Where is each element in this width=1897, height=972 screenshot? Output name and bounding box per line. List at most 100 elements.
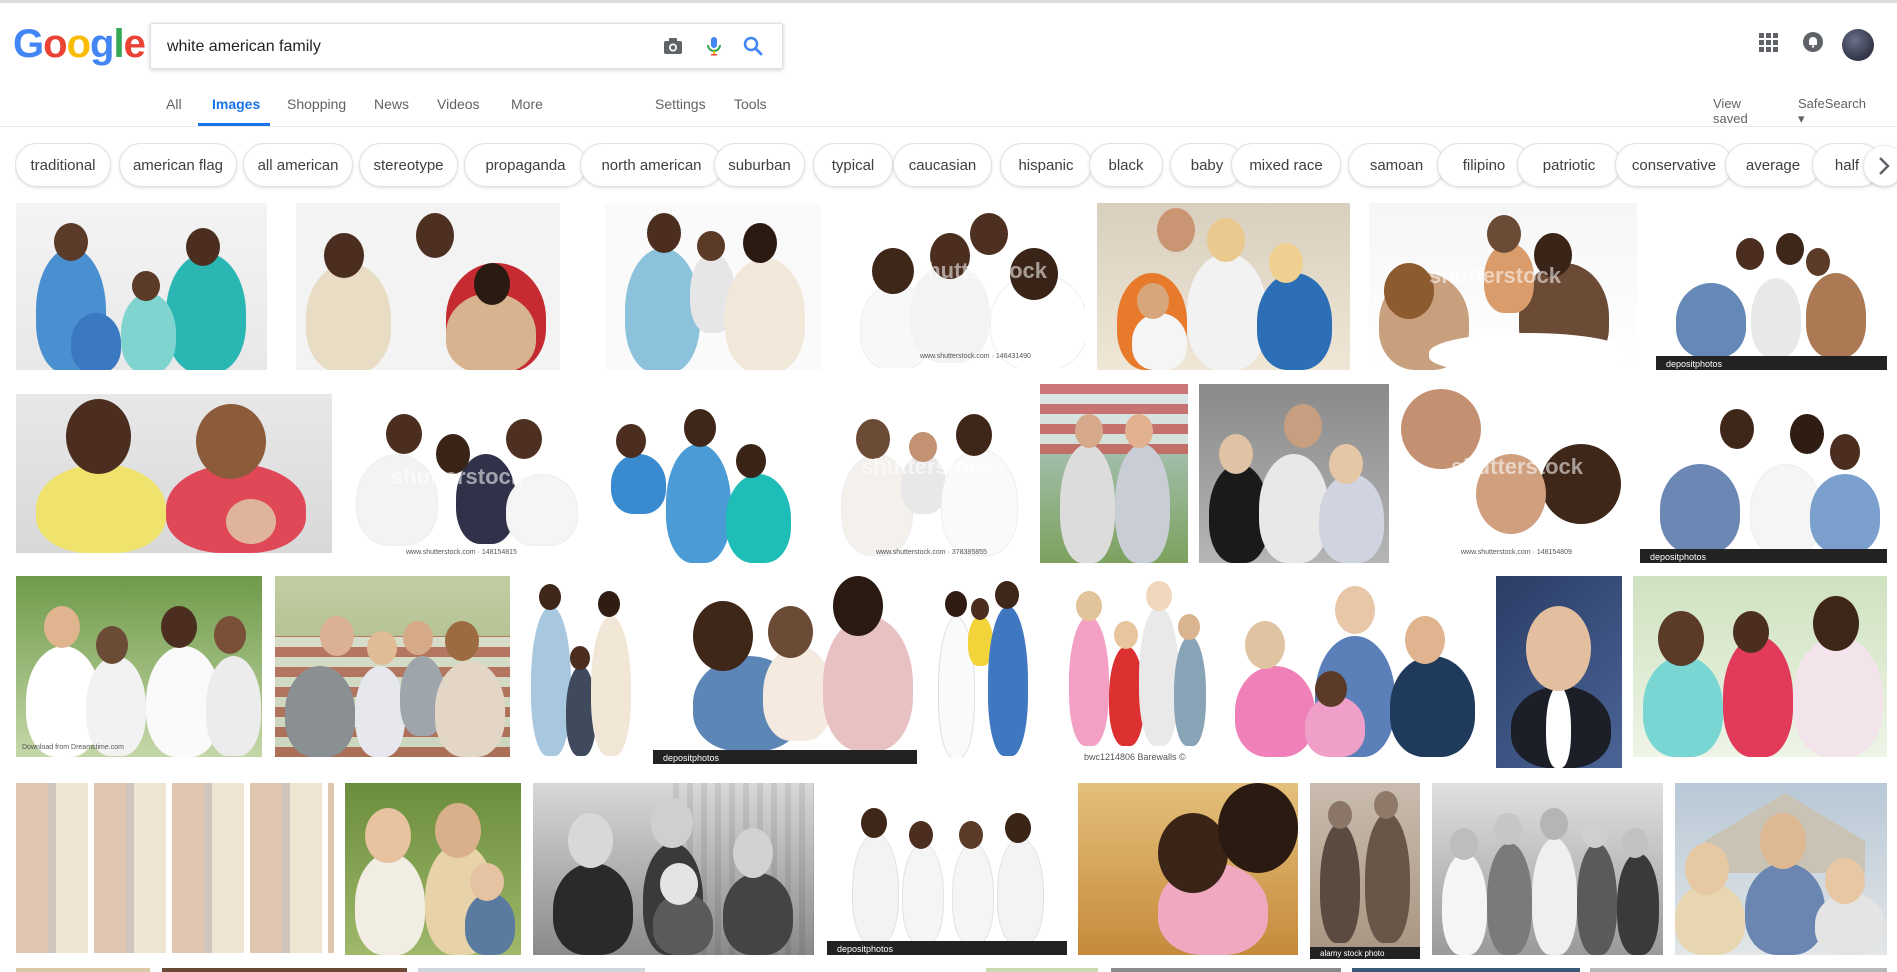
chip[interactable]: hispanic xyxy=(1000,143,1092,187)
image-result[interactable]: shutterstock www.shutterstock.com · 1464… xyxy=(860,203,1085,368)
depositphotos-label: depositphotos xyxy=(1666,359,1723,369)
image-result[interactable] xyxy=(16,968,150,972)
chip[interactable]: black xyxy=(1089,143,1163,187)
image-caption: www.shutterstock.com · 148154815 xyxy=(406,549,517,556)
chip[interactable]: north american xyxy=(580,143,723,187)
safesearch-dropdown[interactable]: SafeSearch ▾ xyxy=(1798,96,1866,127)
image-result[interactable]: shutterstock www.shutterstock.com · 1481… xyxy=(346,394,582,563)
watermark: shutterstock xyxy=(1451,454,1584,479)
depositphotos-label: depositphotos xyxy=(1650,552,1707,562)
image-result[interactable] xyxy=(605,203,821,370)
image-result[interactable]: depositphotos xyxy=(1640,394,1887,563)
image-result[interactable] xyxy=(526,576,636,757)
microphone-icon[interactable] xyxy=(702,34,726,58)
image-caption: Download from Dreamstime.com xyxy=(22,744,124,751)
credit-bar: depositphotos xyxy=(1640,549,1887,563)
tab-videos[interactable]: Videos xyxy=(437,96,480,112)
camera-icon[interactable] xyxy=(661,34,685,58)
tab-images[interactable]: Images xyxy=(212,96,260,112)
credit-bar: depositphotos xyxy=(1656,356,1887,370)
image-result[interactable] xyxy=(1633,576,1887,757)
chip[interactable]: conservative xyxy=(1615,143,1733,187)
image-result[interactable] xyxy=(296,203,560,370)
chip[interactable]: suburban xyxy=(714,143,805,187)
tools-link[interactable]: Tools xyxy=(734,96,767,112)
image-caption: www.shutterstock.com · 148154809 xyxy=(1461,549,1572,556)
search-box xyxy=(150,23,783,69)
image-result[interactable] xyxy=(1078,783,1298,955)
image-result[interactable] xyxy=(533,783,814,955)
image-result[interactable] xyxy=(1352,968,1580,972)
chip[interactable]: samoan xyxy=(1348,143,1445,187)
credit-bar: alamy stock photo xyxy=(1310,947,1420,959)
image-result[interactable] xyxy=(933,576,1035,757)
image-result[interactable]: Download from Dreamstime.com xyxy=(16,576,262,757)
top-border xyxy=(0,0,1897,3)
credit-bar: depositphotos xyxy=(653,750,917,764)
avatar[interactable] xyxy=(1842,29,1874,61)
depositphotos-label: depositphotos xyxy=(663,753,720,763)
apps-grid-icon[interactable] xyxy=(1756,30,1780,59)
tab-all[interactable]: All xyxy=(166,96,182,112)
image-result[interactable]: shutterstock www.shutterstock.com · 1481… xyxy=(1401,384,1627,563)
image-result[interactable] xyxy=(596,394,799,563)
depositphotos-label: depositphotos xyxy=(837,944,894,954)
image-result[interactable]: depositphotos xyxy=(1656,203,1887,370)
chips-next-button[interactable] xyxy=(1864,146,1897,186)
tab-shopping[interactable]: Shopping xyxy=(287,96,346,112)
chevron-right-icon xyxy=(1879,157,1890,175)
image-result[interactable] xyxy=(16,203,267,370)
image-result[interactable]: depositphotos xyxy=(653,576,917,764)
google-logo[interactable]: Google xyxy=(13,22,146,67)
image-result[interactable] xyxy=(162,968,407,972)
chip[interactable]: patriotic xyxy=(1517,143,1621,187)
image-result[interactable] xyxy=(16,394,332,553)
chip[interactable]: american flag xyxy=(119,143,237,187)
credit-bar: depositphotos xyxy=(827,941,1067,955)
image-result[interactable] xyxy=(1225,576,1482,757)
image-result[interactable]: shutterstock www.shutterstock.com · 3783… xyxy=(831,394,1019,563)
chip[interactable]: average xyxy=(1725,143,1821,187)
view-saved-link[interactable]: View saved xyxy=(1713,96,1748,126)
image-caption: www.shutterstock.com · 146431490 xyxy=(920,353,1031,360)
search-icon[interactable] xyxy=(741,34,765,58)
chip[interactable]: all american xyxy=(243,143,353,187)
watermark: shutterstock xyxy=(1429,263,1562,288)
settings-link[interactable]: Settings xyxy=(655,96,706,112)
image-result[interactable] xyxy=(1590,968,1887,972)
image-result[interactable] xyxy=(1496,576,1622,768)
image-result[interactable] xyxy=(986,968,1098,972)
chip[interactable]: mixed race xyxy=(1231,143,1341,187)
header-divider xyxy=(0,126,1897,127)
image-result[interactable] xyxy=(1675,783,1887,955)
image-results-grid: shutterstock www.shutterstock.com · 1464… xyxy=(0,200,1897,972)
chip[interactable]: propaganda xyxy=(464,143,587,187)
watermark: shutterstock xyxy=(861,454,994,479)
chip[interactable]: stereotype xyxy=(359,143,458,187)
image-result[interactable]: depositphotos xyxy=(827,783,1067,955)
alamy-label: alamy stock photo xyxy=(1320,949,1385,958)
related-searches-chips: traditional american flag all american s… xyxy=(15,143,1897,191)
image-result[interactable] xyxy=(1097,203,1350,370)
image-result[interactable]: bwc1214806 Barewalls © xyxy=(1054,576,1210,764)
image-result[interactable]: alamy stock photo xyxy=(1310,783,1420,959)
image-result[interactable] xyxy=(1199,384,1389,563)
image-result[interactable] xyxy=(1040,384,1188,563)
chip[interactable]: caucasian xyxy=(893,143,992,187)
image-result[interactable] xyxy=(418,968,645,972)
chip[interactable]: traditional xyxy=(15,143,111,187)
image-result[interactable] xyxy=(1111,968,1341,972)
watermark: shutterstock xyxy=(915,258,1048,283)
image-result[interactable] xyxy=(1432,783,1663,955)
search-input[interactable] xyxy=(165,35,649,59)
image-result[interactable] xyxy=(275,576,510,757)
image-result[interactable] xyxy=(16,783,334,953)
tab-news[interactable]: News xyxy=(374,96,409,112)
image-caption: bwc1214806 Barewalls © xyxy=(1084,752,1186,762)
bell-icon[interactable] xyxy=(1801,30,1825,59)
image-result[interactable]: shutterstock xyxy=(1369,203,1637,370)
image-result[interactable] xyxy=(345,783,521,955)
tab-more[interactable]: More xyxy=(511,96,543,112)
watermark: shutterstock xyxy=(391,464,524,489)
chip[interactable]: typical xyxy=(813,143,893,187)
